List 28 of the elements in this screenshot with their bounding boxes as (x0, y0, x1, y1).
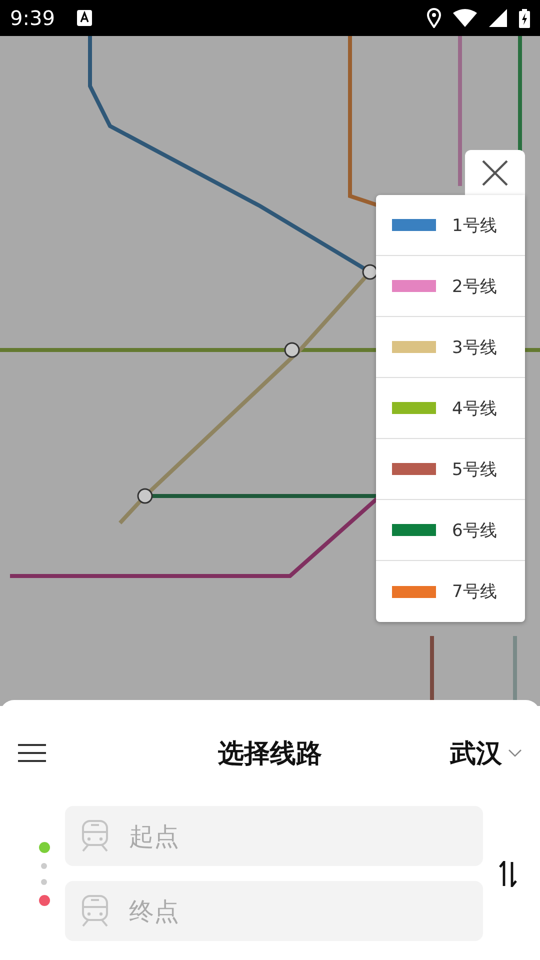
route-dot (41, 878, 47, 884)
line-label[interactable]: 4号线 (452, 396, 497, 420)
wifi-icon (453, 9, 477, 27)
station-field[interactable]: 终点 (65, 881, 483, 941)
location-icon (427, 8, 441, 28)
panel-title: 选择线路 (218, 738, 322, 768)
clock: 9:39 (10, 6, 55, 30)
start-dot (38, 842, 50, 852)
battery-icon (519, 8, 530, 28)
swap-icon (499, 860, 517, 886)
keyboard-icon (76, 10, 92, 26)
menu-button[interactable] (18, 744, 46, 762)
swap-button[interactable] (499, 860, 517, 886)
chevron-down-icon (508, 749, 522, 757)
station-field[interactable]: 起点 (65, 806, 483, 866)
menu-icon (18, 744, 46, 762)
signal-icon (489, 9, 507, 27)
route-dot (41, 862, 47, 868)
line-label[interactable]: 5号线 (452, 458, 497, 480)
line-label[interactable]: 1号线 (452, 214, 497, 236)
line-label[interactable]: 6号线 (452, 518, 497, 542)
end-dot (38, 894, 50, 906)
city-selector[interactable]: 武汉 (450, 736, 522, 770)
close-button[interactable] (465, 150, 525, 195)
line-label[interactable]: 3号线 (452, 336, 497, 358)
line-label[interactable]: 2号线 (452, 274, 497, 298)
close-icon (482, 160, 508, 186)
line-label[interactable]: 7号线 (452, 580, 497, 603)
